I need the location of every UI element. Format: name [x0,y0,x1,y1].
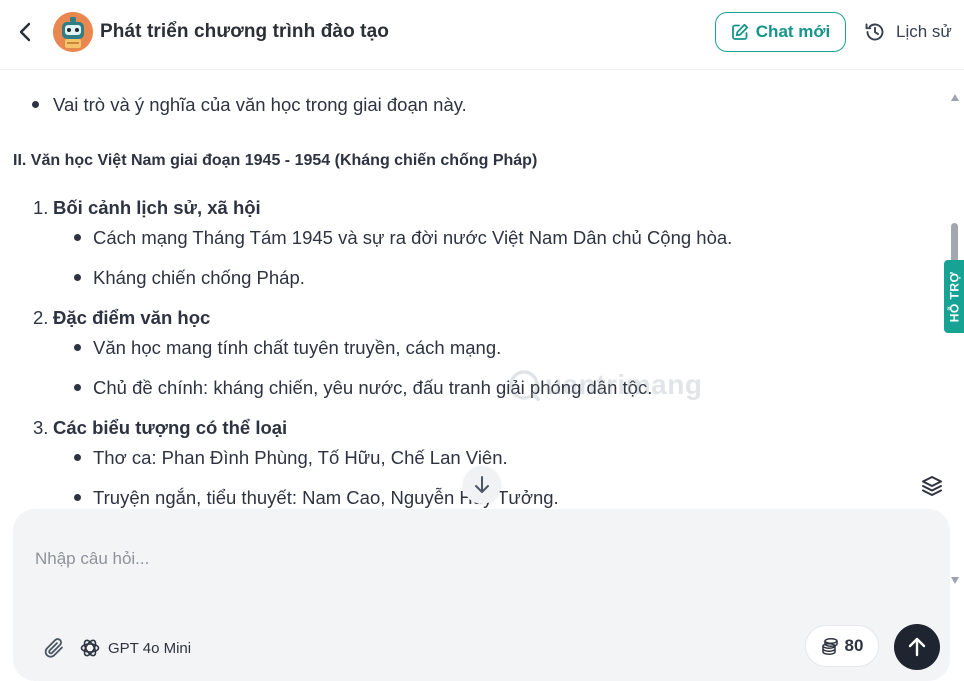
support-tab[interactable]: HỖ TRỢ [944,260,964,333]
openai-icon [80,639,100,657]
new-chat-label: Chat mới [755,22,831,41]
bullet-dot [32,101,39,108]
page-title: Phát triển chương trình đào tạo [100,21,389,42]
model-selector[interactable]: GPT 4o Mini [79,635,191,661]
layers-icon [922,476,942,496]
bullet-dot [74,384,81,391]
support-tab-label: HỖ TRỢ [947,271,962,322]
back-button[interactable] [12,18,38,46]
bullet-dot [74,454,81,461]
scroll-down-arrow[interactable] [951,577,959,584]
send-button[interactable] [894,624,940,670]
scrollbar-thumb[interactable] [951,223,958,265]
list-number: 3. [33,417,49,438]
history-button[interactable]: Lịch sử [864,18,952,46]
credits-badge: 80 [805,625,879,667]
list-number: 1. [33,197,49,218]
subsection-title: Các biểu tượng có thể loại [53,417,288,438]
robot-avatar-icon [53,12,93,52]
new-chat-button[interactable]: Chat mới [715,12,846,52]
arrow-up-icon [908,637,926,657]
scroll-to-bottom-button[interactable] [463,466,501,504]
paperclip-icon [44,638,63,658]
list-number: 2. [33,307,49,328]
app-header: Phát triển chương trình đào tạo Chat mới… [0,0,964,70]
edit-icon [731,23,748,40]
chat-message-content: Vai trò và ý nghĩa của văn học trong gia… [0,70,948,510]
credits-count: 80 [844,636,864,655]
history-label: Lịch sử [896,22,952,41]
model-label: GPT 4o Mini [108,639,192,657]
scrollbar[interactable] [948,90,962,590]
bullet-dot [74,344,81,351]
layers-button[interactable] [918,472,946,500]
coins-icon [821,638,838,655]
list-item: Kháng chiến chống Pháp. [93,267,305,288]
chevron-left-icon [19,22,31,42]
subsection-title: Đặc điểm văn học [53,307,211,328]
list-item: Cách mạng Tháng Tám 1945 và sự ra đời nư… [93,227,733,248]
bullet-dot [74,234,81,241]
list-item: Văn học mang tính chất tuyên truyền, các… [93,337,502,358]
list-item: Thơ ca: Phan Đình Phùng, Tố Hữu, Chế Lan… [93,447,508,468]
subsection-title: Bối cảnh lịch sử, xã hội [53,197,261,218]
list-item: Chủ đề chính: kháng chiến, yêu nước, đấu… [93,377,653,398]
history-icon [865,23,884,41]
attach-file-button[interactable] [41,635,67,661]
bot-avatar [53,12,93,52]
message-composer: GPT 4o Mini 80 [13,509,950,681]
message-input[interactable] [35,529,915,589]
bullet-dot [74,494,81,501]
list-item: Vai trò và ý nghĩa của văn học trong gia… [53,94,467,115]
section-heading: II. Văn học Việt Nam giai đoạn 1945 - 19… [13,152,538,169]
scroll-up-arrow[interactable] [951,94,959,101]
bullet-dot [74,274,81,281]
arrow-down-icon [475,476,489,493]
